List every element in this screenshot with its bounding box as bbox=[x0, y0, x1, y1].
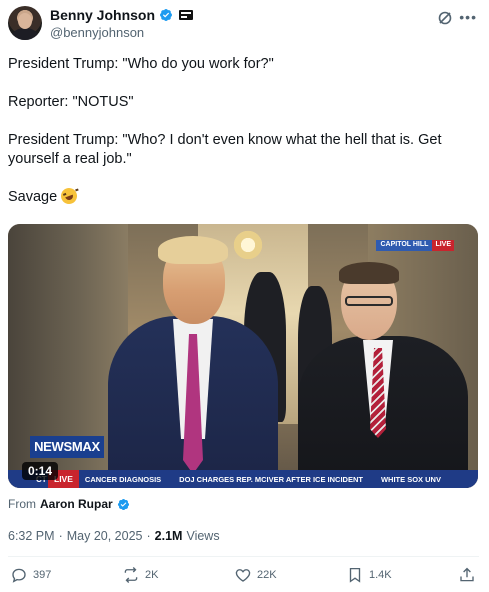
divider bbox=[8, 556, 479, 557]
video-speaker-right-glasses bbox=[345, 296, 393, 306]
views-label: Views bbox=[186, 529, 220, 543]
heart-icon bbox=[234, 566, 252, 584]
views-count: 2.1M bbox=[154, 529, 183, 543]
tweet-header: Benny Johnson @bennyjohnson ••• bbox=[8, 6, 481, 44]
tweet-meta: 6:32 PM · May 20, 2025 · 2.1M Views bbox=[8, 529, 220, 543]
ticker-items: CANCER DIAGNOSIS DOJ CHARGES REP. MCIVER… bbox=[79, 475, 441, 484]
tweet-date[interactable]: May 20, 2025 bbox=[67, 529, 143, 543]
rofl-emoji-icon bbox=[58, 185, 80, 207]
tweet-body: President Trump: "Who do you work for?" … bbox=[8, 55, 478, 207]
like-button[interactable]: 22K bbox=[234, 566, 277, 584]
attribution-prefix: From bbox=[8, 497, 36, 511]
news-ticker: CT LIVE CANCER DIAGNOSIS DOJ CHARGES REP… bbox=[8, 470, 478, 488]
ticker-item: DOJ CHARGES REP. MCIVER AFTER ICE INCIDE… bbox=[179, 474, 363, 484]
reply-count: 397 bbox=[33, 569, 52, 581]
repost-button[interactable]: 2K bbox=[122, 566, 158, 584]
author-name-row: Benny Johnson bbox=[50, 7, 194, 23]
video-chandelier bbox=[230, 230, 266, 260]
location-bug-label: CAPITOL HILL bbox=[376, 240, 433, 251]
bookmark-count: 1.4K bbox=[369, 569, 392, 581]
tweet-line-2: Reporter: "NOTUS" bbox=[8, 94, 134, 110]
attribution-name[interactable]: Aaron Rupar bbox=[40, 497, 113, 511]
share-button[interactable] bbox=[458, 566, 476, 584]
author-name[interactable]: Benny Johnson bbox=[50, 7, 155, 23]
video-attribution: From Aaron Rupar bbox=[8, 497, 130, 511]
bookmark-button[interactable]: 1.4K bbox=[346, 566, 392, 584]
reply-button[interactable]: 397 bbox=[10, 566, 51, 584]
meta-separator: · bbox=[58, 529, 63, 543]
grok-icon[interactable] bbox=[437, 10, 453, 26]
bookmark-icon bbox=[346, 566, 364, 584]
avatar[interactable] bbox=[8, 6, 42, 40]
action-bar: 397 2K 22K 1.4K bbox=[8, 566, 479, 588]
meta-separator: · bbox=[146, 529, 151, 543]
tweet-time[interactable]: 6:32 PM bbox=[8, 529, 55, 543]
video-duration: 0:14 bbox=[22, 462, 59, 480]
author-handle[interactable]: @bennyjohnson bbox=[50, 25, 144, 40]
avatar-body bbox=[12, 28, 38, 40]
location-bug: CAPITOL HILL LIVE bbox=[376, 240, 454, 251]
video-speaker-left-hair bbox=[158, 236, 228, 264]
tweet-line-4-text: Savage bbox=[8, 189, 58, 205]
tweet-line-3: President Trump: "Who? I don't even know… bbox=[8, 132, 442, 167]
video-player[interactable]: CAPITOL HILL LIVE NEWSMAX CT LIVE CANCER… bbox=[8, 224, 478, 488]
verified-badge-icon bbox=[117, 498, 130, 511]
repost-count: 2K bbox=[145, 569, 159, 581]
more-options-icon[interactable]: ••• bbox=[459, 9, 477, 25]
verified-badge-icon bbox=[159, 8, 173, 22]
affiliation-badge-icon[interactable] bbox=[179, 10, 194, 20]
video-speaker-right-hair bbox=[339, 262, 399, 284]
ticker-item: CANCER DIAGNOSIS bbox=[84, 474, 162, 484]
repost-icon bbox=[122, 566, 140, 584]
reply-icon bbox=[10, 566, 28, 584]
avatar-face bbox=[18, 13, 32, 29]
network-logo: NEWSMAX bbox=[30, 436, 104, 458]
share-icon bbox=[458, 566, 476, 584]
tweet-line-4: Savage bbox=[8, 185, 478, 207]
like-count: 22K bbox=[257, 569, 277, 581]
location-bug-live: LIVE bbox=[432, 240, 454, 251]
ticker-item: WHITE SOX UNV bbox=[380, 474, 441, 484]
tweet-line-1: President Trump: "Who do you work for?" bbox=[8, 56, 274, 72]
